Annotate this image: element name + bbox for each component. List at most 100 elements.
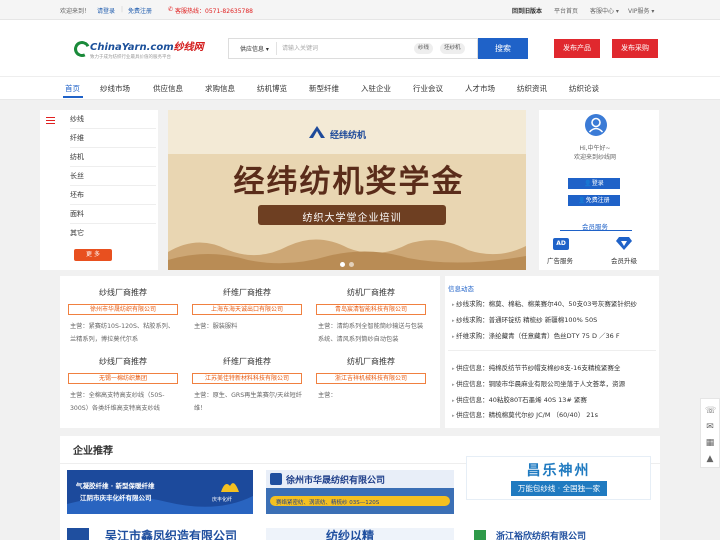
nav-supply[interactable]: 供应信息: [153, 83, 183, 94]
main-business-label: 主营：: [318, 392, 337, 399]
enterprise-ad-yuxin[interactable]: 浙江裕欣纺织有限公司: [466, 528, 651, 540]
recommend-title: 纺机厂商推荐: [347, 288, 395, 297]
category-fabric[interactable]: 面料: [70, 205, 156, 224]
category-machinery[interactable]: 纺机: [70, 148, 156, 167]
ad-company: 吴江市鑫凤织造有限公司: [105, 529, 238, 540]
banner-subtitle: 纺织大学堂企业培训: [302, 213, 402, 224]
info-item[interactable]: 纱线求购：棉莫、棉粘、棉莱赛尔40、50支03号灰赛紧针织纱: [452, 298, 652, 308]
recommend-company-link[interactable]: 无锡一棉纺织集团: [68, 373, 178, 384]
category-yarn[interactable]: 纱线: [70, 110, 156, 129]
info-item[interactable]: 供应信息：铜陵市华晨麻业有限公司坐落于人文荟萃，资源: [452, 378, 652, 388]
login-button[interactable]: 👤登录: [568, 178, 620, 189]
category-greige[interactable]: 坯布: [70, 186, 156, 205]
user-icon-small: 👤: [584, 180, 592, 187]
logo-chinese: 纱线网: [173, 42, 204, 53]
nav-enterprises[interactable]: 入驻企业: [361, 83, 391, 94]
nav-new-fiber[interactable]: 新型纤维: [309, 83, 339, 94]
ad-headline: 气凝胶纤维 · 新型保暖纤维: [76, 482, 155, 490]
old-version-link[interactable]: 回到旧版本: [512, 6, 542, 15]
search-category-select[interactable]: 供应信息 ▾: [240, 44, 269, 53]
recommend-title: 纱线厂商推荐: [99, 288, 147, 297]
enterprise-ad-spinning[interactable]: 纺纱以精: [266, 528, 454, 540]
category-fiber[interactable]: 纤维: [70, 129, 156, 148]
recommend-description: 主营：原生、GRS再生莱赛尔/天丝短纤维！: [194, 389, 304, 415]
enterprise-ad-changle[interactable]: 昌乐神州 万能包纱线 · 全国独一家: [466, 456, 651, 500]
recommend-description: 主营：: [318, 389, 428, 415]
banner-mountains-decoration: [168, 239, 526, 270]
search-chip-yarn[interactable]: 纱线: [414, 43, 434, 54]
company-logo-icon: [474, 530, 486, 540]
carousel-dot[interactable]: [349, 262, 354, 267]
headset-icon[interactable]: ☏: [705, 406, 716, 416]
recommend-description: 主营：服装服料: [194, 320, 304, 346]
more-categories-button[interactable]: 更 多: [74, 249, 112, 261]
nav-conferences[interactable]: 行业会议: [413, 83, 443, 94]
info-item[interactable]: 纤维求购：涤纶藏青（任意藏青）色丝DTY 75 D ／36 F: [452, 330, 652, 340]
banner-brand: 经纬纺机: [330, 131, 367, 141]
nav-forum[interactable]: 纺织论谈: [569, 83, 599, 94]
ad-service-label[interactable]: 广告服务: [547, 255, 573, 265]
register-link[interactable]: 免费注册: [128, 6, 152, 15]
recommend-description: 主营：全棉高支特高支纱线（50S-300S）各类纤维高支特高支纱线: [70, 389, 180, 415]
hotline-text: 客服热线：0571-82635788: [175, 8, 253, 15]
info-item[interactable]: 纱线求购：普通环锭纺 精梳纱 新疆棉100% 50S: [452, 314, 652, 324]
enterprise-ad-huasheng[interactable]: 徐州市华晟纺织有限公司 赛络紧密纺、涡流纺、精梳纱 03S—120S: [266, 470, 454, 514]
banner-title: 经纬纺机奖学金: [233, 164, 465, 200]
carousel-dot-active[interactable]: [340, 262, 345, 267]
login-button-label: 登录: [591, 180, 604, 187]
qrcode-icon[interactable]: ▦: [705, 438, 715, 448]
enterprise-ad-qingfeng[interactable]: 气凝胶纤维 · 新型保暖纤维 江阴市庆丰化纤有限公司 庆丰化纤: [67, 470, 253, 514]
enterprise-ad-xinfeng[interactable]: 吴江市鑫凤织造有限公司: [67, 528, 253, 540]
ad-brand-title: 昌乐神州: [526, 463, 591, 479]
main-business-label: 主营：: [194, 392, 213, 399]
info-title: 信息动态: [448, 285, 474, 293]
login-link[interactable]: 请登录: [97, 6, 115, 15]
search-chip-machine[interactable]: 坯纱机: [440, 43, 465, 54]
recommend-company-link[interactable]: 青岛宸清智能科技有限公司: [316, 304, 426, 315]
greeting: Hi,中午好~: [579, 145, 611, 152]
member-upgrade-label[interactable]: 会员升级: [611, 255, 637, 265]
nav-home[interactable]: 首页: [65, 83, 80, 94]
ad-service-icon[interactable]: AD: [553, 238, 569, 250]
nav-talent[interactable]: 人才市场: [465, 83, 495, 94]
ad-slogan: 万能包纱线 · 全国独一家: [511, 481, 607, 496]
back-to-top-icon[interactable]: ▲: [705, 454, 715, 464]
recommend-company-link[interactable]: 上海东海天诚出口有限公司: [192, 304, 302, 315]
recommend-description: 主营：紧赛纺10S-120S、粘胶系列、兰精系列，博拉莫代尔系: [70, 320, 180, 346]
search-button[interactable]: 搜索: [478, 38, 528, 59]
recommend-company-link[interactable]: 江苏美佳特新材料科技有限公司: [192, 373, 302, 384]
ad-company: 徐州市华晟纺织有限公司: [286, 476, 386, 486]
nav-purchase[interactable]: 求购信息: [205, 83, 235, 94]
diamond-icon[interactable]: [616, 236, 632, 250]
nav-yarn-market[interactable]: 纱线市场: [100, 83, 130, 94]
publish-purchase-button[interactable]: 发布采购: [612, 39, 658, 58]
vip-service-link[interactable]: VIP服务 ▾: [628, 6, 654, 15]
category-other[interactable]: 其它: [70, 224, 156, 243]
recommend-company-link[interactable]: 徐州市华晟纺织有限公司: [68, 304, 178, 315]
home-link[interactable]: 平台首页: [554, 6, 578, 15]
main-business-label: 主营：: [70, 323, 89, 330]
recommend-company-link[interactable]: 浙江吉祥机械科技有限公司: [316, 373, 426, 384]
company-logo-icon: [270, 473, 282, 485]
user-icon: [588, 117, 604, 133]
service-center-link[interactable]: 客服中心 ▾: [590, 6, 619, 15]
nav-news[interactable]: 纺织资讯: [517, 83, 547, 94]
category-filament[interactable]: 长丝: [70, 167, 156, 186]
info-item[interactable]: 供应信息：40粘胶80T石墨烯 40S 13# 紧赛: [452, 394, 652, 404]
ad-company: 浙江裕欣纺织有限公司: [496, 532, 587, 540]
nav-machinery[interactable]: 纺机博览: [257, 83, 287, 94]
avatar: [585, 114, 607, 136]
register-button[interactable]: 👤免费注册: [568, 195, 620, 206]
ad-products: 赛络紧密纺、涡流纺、精梳纱 03S—120S: [276, 500, 380, 506]
user-icon-small: 👤: [578, 197, 586, 204]
logo[interactable]: ChinaYarn.com纱线网: [90, 38, 204, 53]
member-service-divider: [560, 230, 632, 231]
info-item[interactable]: 供应信息：精梳棉莫代尔纱 JC/M （60/40） 21s: [452, 409, 652, 419]
publish-product-button[interactable]: 发布产品: [554, 39, 600, 58]
main-business-label: 主营：: [318, 323, 337, 330]
search-input[interactable]: [282, 40, 412, 56]
chat-icon[interactable]: ✉: [705, 422, 715, 432]
main-business-label: 主营：: [70, 392, 89, 399]
menu-icon-line: [46, 120, 55, 121]
info-item[interactable]: 供应信息：纯棉反纺节节纱帽支棉纱8支-16支精梳紧赛全: [452, 362, 652, 372]
